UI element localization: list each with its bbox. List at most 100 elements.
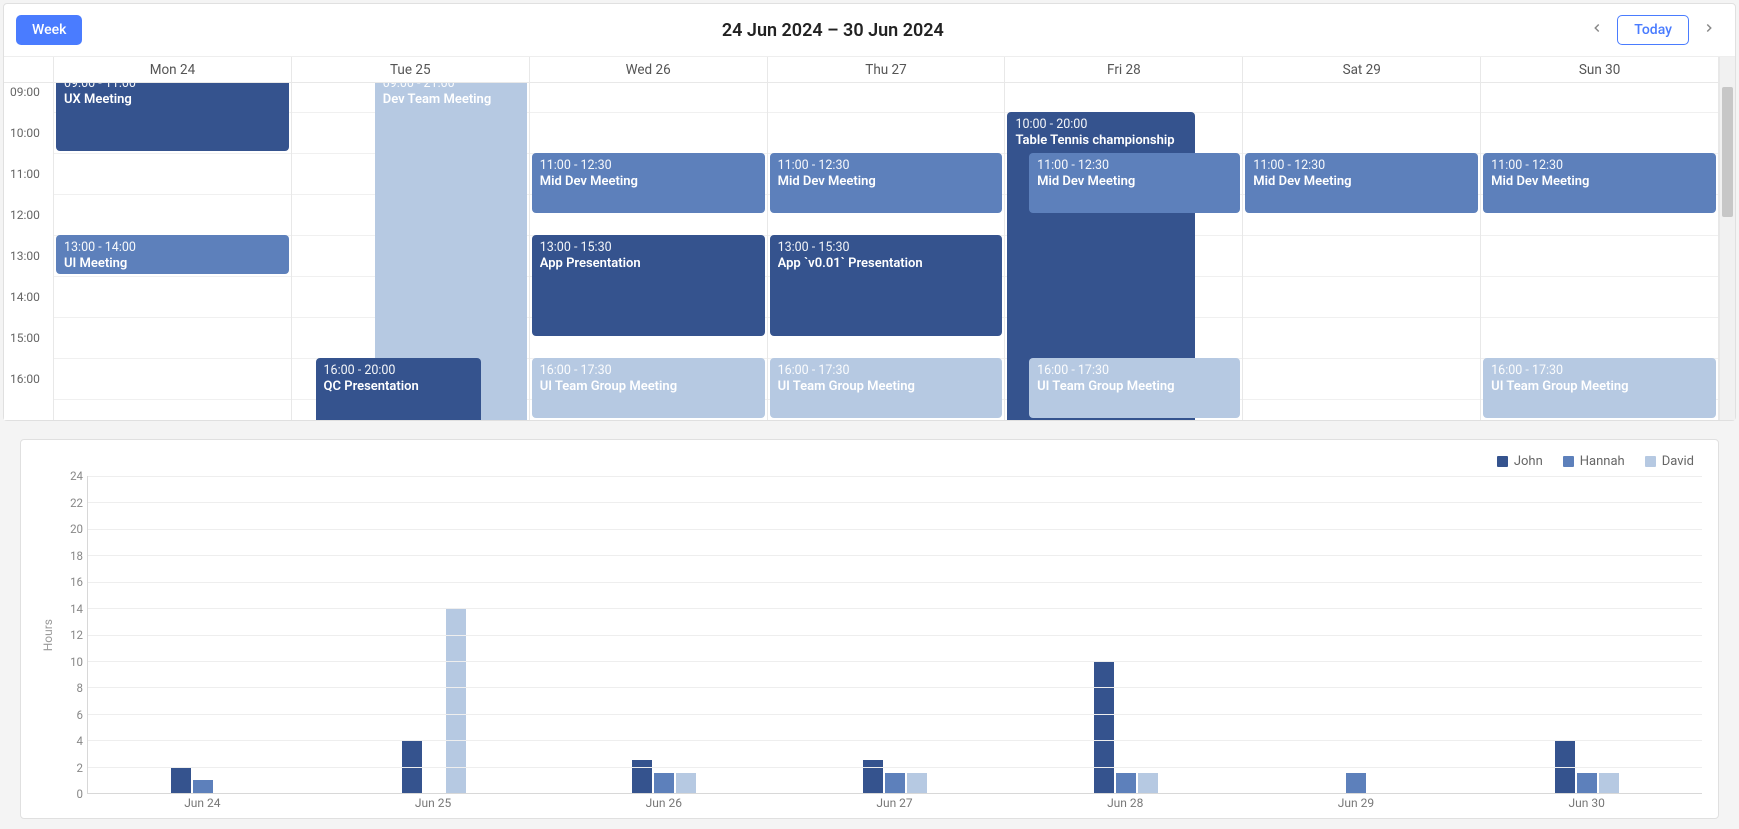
day-header[interactable]: Sat 29: [1243, 57, 1481, 82]
calendar-event[interactable]: 16:00 - 20:00QC Presentation: [316, 358, 482, 420]
date-nav-group: Today: [1583, 14, 1723, 46]
legend-item[interactable]: John: [1497, 454, 1543, 469]
time-axis-header: [4, 57, 54, 82]
day-column[interactable]: 11:00 - 12:30Mid Dev Meeting 16:00 - 17:3…: [1481, 83, 1719, 420]
day-header[interactable]: Mon 24: [54, 57, 292, 82]
event-time: 16:00 - 17:30: [1491, 363, 1708, 378]
bar[interactable]: [1599, 773, 1619, 793]
day-column[interactable]: 10:00 - 20:00Table Tennis championship 11…: [1005, 83, 1243, 420]
day-column[interactable]: 11:00 - 12:30Mid Dev Meeting 13:00 - 15:3…: [768, 83, 1006, 420]
event-time: 16:00 - 17:30: [540, 363, 757, 378]
ytick: 24: [70, 469, 83, 483]
bar[interactable]: [885, 773, 905, 793]
day-header-row: Mon 24Tue 25Wed 26Thu 27Fri 28Sat 29Sun …: [4, 57, 1719, 83]
day-column[interactable]: 11:00 - 12:30Mid Dev Meeting 13:00 - 15:3…: [530, 83, 768, 420]
vertical-scrollbar[interactable]: [1719, 57, 1735, 420]
calendar-event[interactable]: 13:00 - 15:30App `v0.01` Presentation: [770, 235, 1003, 336]
bar[interactable]: [446, 608, 466, 793]
calendar-event[interactable]: 11:00 - 12:30Mid Dev Meeting: [532, 153, 765, 213]
time-label: 15:00: [4, 329, 53, 370]
calendar-event[interactable]: 11:00 - 12:30Mid Dev Meeting: [1483, 153, 1716, 213]
day-column[interactable]: 11:00 - 12:30Mid Dev Meeting: [1243, 83, 1481, 420]
legend-item[interactable]: Hannah: [1563, 454, 1625, 469]
event-time: 16:00 - 17:30: [1037, 363, 1232, 378]
today-button[interactable]: Today: [1617, 15, 1689, 45]
chart-ylabel: Hours: [41, 619, 55, 651]
bar[interactable]: [863, 760, 883, 793]
bar[interactable]: [1116, 773, 1136, 793]
event-time: 11:00 - 12:30: [1037, 158, 1232, 173]
bar[interactable]: [171, 767, 191, 793]
ytick: 12: [70, 628, 83, 642]
bar[interactable]: [1138, 773, 1158, 793]
calendar-event[interactable]: 13:00 - 14:00UI Meeting: [56, 235, 289, 274]
calendar-event[interactable]: 11:00 - 12:30Mid Dev Meeting: [1029, 153, 1240, 213]
calendar-event[interactable]: 16:00 - 17:30UI Team Group Meeting: [532, 358, 765, 418]
prev-button[interactable]: [1583, 14, 1611, 46]
calendar-event[interactable]: 16:00 - 17:30UI Team Group Meeting: [1483, 358, 1716, 418]
event-title: Mid Dev Meeting: [778, 174, 995, 189]
time-label: 11:00: [4, 165, 53, 206]
bar[interactable]: [907, 773, 927, 793]
calendar-panel: Week 24 Jun 2024 – 30 Jun 2024 Today Mon: [3, 3, 1736, 421]
legend-swatch: [1563, 456, 1574, 467]
event-time: 09:00 - 11:00: [64, 83, 281, 91]
next-button[interactable]: [1695, 14, 1723, 46]
event-time: 13:00 - 15:30: [778, 240, 995, 255]
day-header[interactable]: Fri 28: [1005, 57, 1243, 82]
xtick: Jun 25: [318, 796, 549, 810]
event-time: 16:00 - 20:00: [324, 363, 474, 378]
xtick: Jun 29: [1241, 796, 1472, 810]
xtick: Jun 28: [1010, 796, 1241, 810]
calendar-event[interactable]: 11:00 - 12:30Mid Dev Meeting: [770, 153, 1003, 213]
xtick: Jun 30: [1471, 796, 1702, 810]
calendar-event[interactable]: 13:00 - 15:30App Presentation: [532, 235, 765, 336]
day-header[interactable]: Sun 30: [1481, 57, 1719, 82]
time-axis: 09:0010:0011:0012:0013:0014:0015:0016:00: [4, 83, 54, 420]
bar[interactable]: [676, 773, 696, 793]
event-title: QC Presentation: [324, 379, 474, 394]
chart-panel: JohnHannahDavid Hours 024681012141618202…: [20, 439, 1719, 819]
day-column[interactable]: 09:00 - 21:00Dev Team Meeting16:00 - 20:…: [292, 83, 530, 420]
ytick: 18: [70, 549, 83, 563]
time-label: 16:00: [4, 370, 53, 411]
legend-item[interactable]: David: [1645, 454, 1694, 469]
ytick: 6: [77, 708, 83, 722]
bar[interactable]: [1094, 661, 1114, 793]
bar[interactable]: [654, 773, 674, 793]
day-column[interactable]: 09:00 - 11:00UX Meeting 13:00 - 14:00UI M…: [54, 83, 292, 420]
event-time: 11:00 - 12:30: [1253, 158, 1470, 173]
day-header[interactable]: Wed 26: [530, 57, 768, 82]
ytick: 8: [77, 681, 83, 695]
event-title: Mid Dev Meeting: [1253, 174, 1470, 189]
chart-yaxis: 024681012141618202224: [59, 476, 87, 794]
event-title: Table Tennis championship: [1015, 133, 1187, 148]
event-time: 10:00 - 20:00: [1015, 117, 1187, 132]
event-title: Mid Dev Meeting: [1037, 174, 1232, 189]
ytick: 4: [77, 734, 83, 748]
legend-swatch: [1497, 456, 1508, 467]
calendar-event[interactable]: 16:00 - 17:30UI Team Group Meeting: [1029, 358, 1240, 418]
bar[interactable]: [1577, 773, 1597, 793]
scrollbar-thumb[interactable]: [1722, 87, 1733, 217]
days-grid[interactable]: 09:00 - 11:00UX Meeting 13:00 - 14:00UI M…: [54, 83, 1719, 420]
ytick: 14: [70, 602, 83, 616]
calendar-event[interactable]: 16:00 - 17:30UI Team Group Meeting: [770, 358, 1003, 418]
calendar-event[interactable]: 09:00 - 11:00UX Meeting: [56, 83, 289, 151]
bar[interactable]: [1346, 773, 1366, 793]
legend-swatch: [1645, 456, 1656, 467]
event-title: App `v0.01` Presentation: [778, 256, 995, 271]
bar[interactable]: [193, 780, 213, 793]
view-week-button[interactable]: Week: [16, 15, 82, 45]
legend-label: John: [1514, 454, 1543, 469]
xtick: Jun 27: [779, 796, 1010, 810]
calendar-event[interactable]: 11:00 - 12:30Mid Dev Meeting: [1245, 153, 1478, 213]
event-title: UI Team Group Meeting: [1037, 379, 1232, 394]
day-header[interactable]: Thu 27: [768, 57, 1006, 82]
event-title: Dev Team Meeting: [383, 92, 519, 107]
bar[interactable]: [632, 760, 652, 793]
day-header[interactable]: Tue 25: [292, 57, 530, 82]
xtick: Jun 26: [548, 796, 779, 810]
chevron-left-icon: [1590, 21, 1604, 39]
event-title: UX Meeting: [64, 92, 281, 107]
